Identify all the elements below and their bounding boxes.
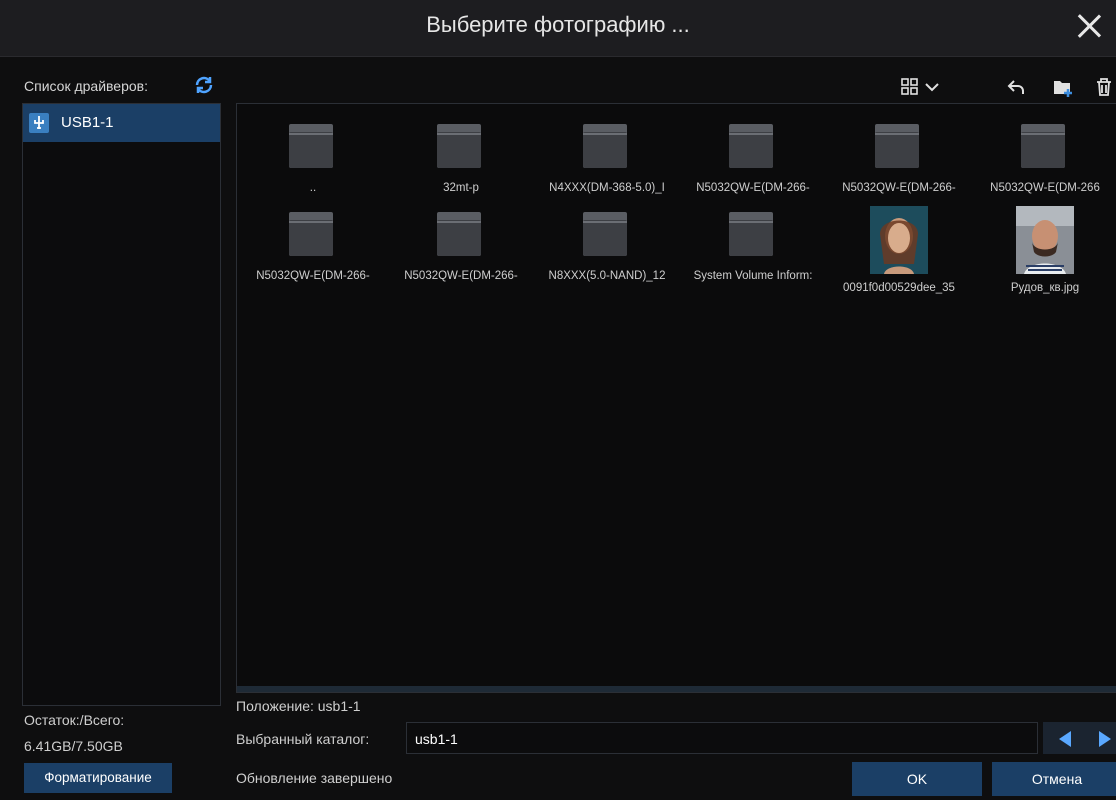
file-browser: .. 32mt-p N4XXX(DM-368-5.0)_I N5032QW-E(… [236,103,1116,693]
folder-icon [729,210,773,258]
folder-icon [289,210,333,258]
dialog-title: Выберите фотографию ... [426,12,690,37]
selected-dir-label: Выбранный каталог: [236,731,370,747]
title-bar: Выберите фотографию ... [0,0,1116,57]
file-item[interactable]: 32mt-p [387,122,535,214]
file-name: N8XXX(5.0-NAND)_12 [548,270,666,282]
file-name: N5032QW-E(DM-266 [990,182,1100,194]
back-icon[interactable] [1006,76,1028,98]
file-item[interactable]: 0091f0d00529dee_35 [825,206,973,298]
file-name: System Volume Inform: [693,270,813,282]
file-name: N5032QW-E(DM-266- [696,182,810,194]
file-item[interactable]: N5032QW-E(DM-266- [679,122,827,214]
file-name: N4XXX(DM-368-5.0)_I [549,182,665,194]
file-item[interactable]: System Volume Inform: [679,210,827,302]
file-item[interactable]: .. [239,122,387,214]
delete-icon[interactable] [1093,76,1115,98]
file-item[interactable]: N4XXX(DM-368-5.0)_I [533,122,681,214]
new-folder-icon[interactable] [1052,76,1074,98]
file-item[interactable]: N5032QW-E(DM-266- [239,210,387,302]
format-button[interactable]: Форматирование [24,763,172,793]
file-item[interactable]: N5032QW-E(DM-266 [971,122,1116,214]
prev-arrow-icon[interactable] [1059,731,1071,747]
file-item[interactable]: N5032QW-E(DM-266- [387,210,535,302]
free-space-value: 6.41GB/7.50GB [24,738,123,754]
horizontal-scrollbar[interactable] [237,686,1116,692]
folder-icon [437,210,481,258]
file-name: N5032QW-E(DM-266- [404,270,518,282]
image-thumbnail [1016,206,1074,274]
usb-icon [29,113,49,133]
file-item[interactable]: N5032QW-E(DM-266- [825,122,973,214]
folder-icon [1021,122,1065,170]
file-name: N5032QW-E(DM-266- [256,270,370,282]
driver-list: USB1-1 [22,103,221,706]
driver-name: USB1-1 [61,114,114,131]
file-name: N5032QW-E(DM-266- [842,182,956,194]
cancel-button[interactable]: Отмена [992,762,1116,796]
path-nav [1043,722,1116,754]
location-text: Положение: usb1-1 [236,698,361,714]
free-space-label: Остаток:/Всего: [24,712,125,728]
image-thumbnail [870,206,928,274]
view-mode-button[interactable] [898,76,952,98]
drivers-label: Список драйверов: [24,78,148,94]
driver-item-usb1-1[interactable]: USB1-1 [23,104,220,142]
file-name: Рудов_кв.jpg [1010,282,1080,294]
file-name: .. [309,182,317,194]
selected-dir-field[interactable]: usb1-1 [406,722,1038,754]
refresh-icon[interactable] [193,74,215,96]
folder-icon [875,122,919,170]
file-item[interactable]: N8XXX(5.0-NAND)_12 [533,210,681,302]
folder-icon [437,122,481,170]
next-arrow-icon[interactable] [1099,731,1111,747]
ok-button[interactable]: OK [852,762,982,796]
file-item[interactable]: Рудов_кв.jpg [971,206,1116,298]
close-icon[interactable] [1072,9,1106,43]
folder-icon [289,122,333,170]
folder-icon [583,210,627,258]
status-text: Обновление завершено [236,770,393,786]
file-name: 32mt-p [443,182,479,194]
folder-icon [583,122,627,170]
file-name: 0091f0d00529dee_35 [843,282,955,294]
folder-icon [729,122,773,170]
